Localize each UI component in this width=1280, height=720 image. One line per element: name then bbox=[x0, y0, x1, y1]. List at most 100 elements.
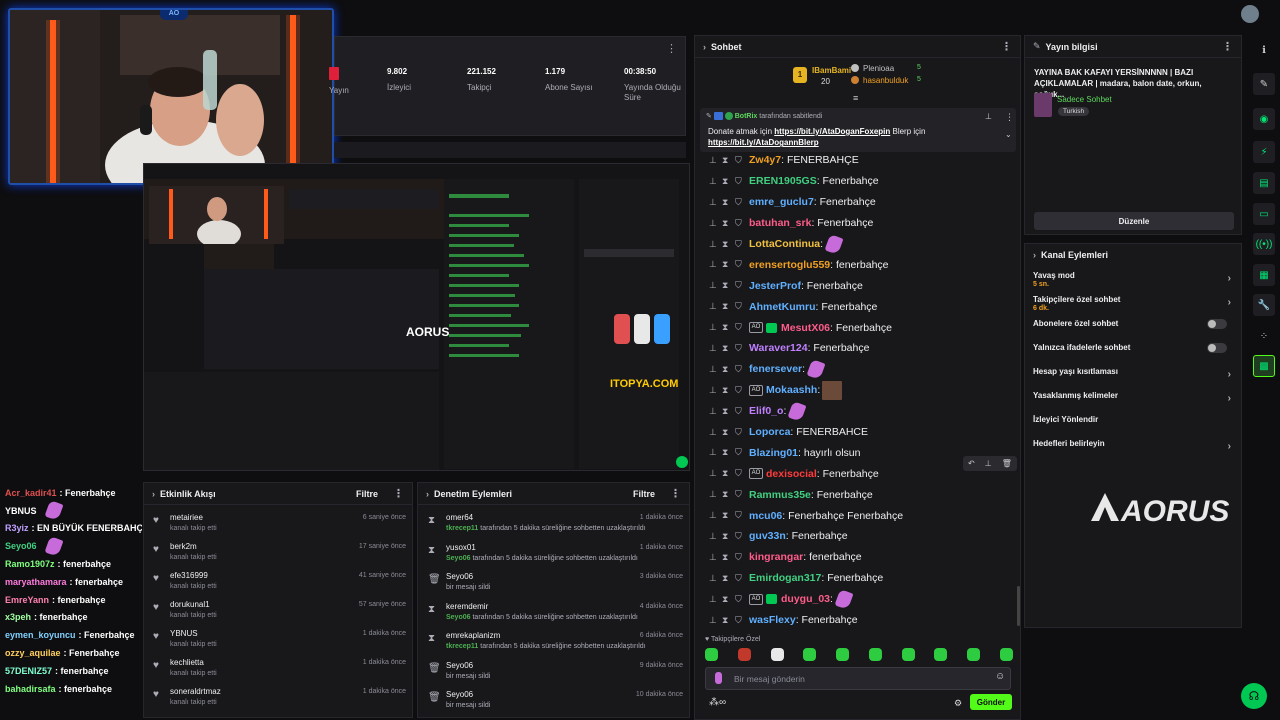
send-button[interactable]: Gönder bbox=[970, 694, 1012, 710]
chat-username[interactable]: Emirdogan317 bbox=[749, 572, 821, 584]
chat-username[interactable]: LottaContinua bbox=[749, 238, 820, 250]
reply-icon[interactable]: ↶ bbox=[968, 459, 975, 468]
timeout-icon[interactable]: ⧗ bbox=[722, 489, 735, 500]
chat-message[interactable]: ⊥ ⧗ ⛉ Rammus35e: Fenerbahçe bbox=[695, 484, 1020, 505]
user-avatar[interactable] bbox=[1241, 5, 1259, 23]
pin-small-icon[interactable]: ⊥ bbox=[709, 239, 722, 250]
mod-menu-icon[interactable]: ⋮ bbox=[670, 487, 681, 500]
timeout-icon[interactable]: ⧗ bbox=[722, 615, 735, 626]
chat-message[interactable]: ⊥ ⧗ ⛉ Waraver124: Fenerbahçe bbox=[695, 338, 1020, 359]
edit-icon[interactable]: ✎ bbox=[1033, 41, 1041, 52]
chevron-right-icon[interactable]: › bbox=[1228, 393, 1231, 404]
timeout-icon[interactable]: ⧗ bbox=[722, 343, 735, 354]
expand-pinned-icon[interactable]: ⌄ bbox=[1005, 130, 1012, 139]
timeout-icon[interactable]: ⧗ bbox=[722, 259, 735, 270]
chat-message[interactable]: ⊥ ⧗ ⛉ EREN1905GS: Fenerbahçe bbox=[695, 171, 1020, 192]
shield-icon[interactable]: ⛉ bbox=[735, 364, 749, 375]
chat-message[interactable]: ⊥ ⧗ ⛉ guv33n: Fenerbahçe bbox=[695, 526, 1020, 547]
chat-message[interactable]: ⊥ ⧗ ⛉ wasFlexy: Fenerbahçe bbox=[695, 610, 1020, 630]
chat-message[interactable]: ⊥ ⧗ ⛉ AO MesutX06: Fenerbahçe bbox=[695, 317, 1020, 338]
shield-icon[interactable]: ⛉ bbox=[735, 280, 749, 291]
pin-small-icon[interactable]: ⊥ bbox=[709, 280, 722, 291]
chevron-down-icon[interactable]: › bbox=[152, 489, 155, 499]
timeout-icon[interactable]: ⧗ bbox=[722, 406, 735, 417]
shield-icon[interactable]: ⛉ bbox=[735, 427, 749, 438]
moderator-name[interactable]: tkrecep11 bbox=[446, 525, 478, 532]
pin-small-icon[interactable]: ⊥ bbox=[709, 155, 722, 166]
pin-small-icon[interactable]: ⊥ bbox=[709, 447, 722, 458]
chat-message[interactable]: ⊥ ⧗ ⛉ AO duygu_03: bbox=[695, 588, 1020, 610]
timeout-icon[interactable]: ⧗ bbox=[722, 218, 735, 229]
quick-emote-icon[interactable] bbox=[705, 648, 718, 661]
pin-small-icon[interactable]: ⊥ bbox=[709, 322, 722, 333]
chevron-right-icon[interactable]: › bbox=[1228, 369, 1231, 380]
pinned-link-1[interactable]: https://bit.ly/AtaDoganFoxepin bbox=[774, 127, 890, 136]
pin-small-icon[interactable]: ⊥ bbox=[709, 343, 722, 354]
pin-small-icon[interactable]: ⊥ bbox=[709, 552, 722, 563]
chat-username[interactable]: Mokaashh bbox=[766, 384, 817, 396]
timeout-icon[interactable]: ⧗ bbox=[722, 552, 735, 563]
chat-scrollbar[interactable] bbox=[1017, 586, 1020, 626]
toggle-switch[interactable] bbox=[1207, 319, 1227, 329]
chat-message[interactable]: ⊥ ⧗ ⛉ LottaContinua: bbox=[695, 233, 1020, 255]
chat-message[interactable]: ⊥ ⧗ ⛉ erensertoglu559: fenerbahçe bbox=[695, 254, 1020, 275]
chevron-right-icon[interactable]: › bbox=[1228, 441, 1231, 452]
chat-bubble-icon[interactable]: ▭ bbox=[1253, 203, 1275, 225]
chevron-right-icon[interactable]: › bbox=[1228, 273, 1231, 284]
info-icon[interactable]: ℹ bbox=[1253, 39, 1275, 61]
stream-preview[interactable]: ITOPYA.COM AORUS bbox=[143, 163, 690, 471]
chat-username[interactable]: batuhan_srk bbox=[749, 217, 811, 229]
pin-message-icon[interactable]: ⊥ bbox=[985, 459, 992, 468]
chat-username[interactable]: Elif0_o bbox=[749, 405, 783, 417]
timeout-icon[interactable]: ⧗ bbox=[722, 573, 735, 584]
channel-action-item[interactable]: Hedefleri belirleyin › bbox=[1025, 439, 1241, 463]
lightning-icon[interactable]: ⚡ bbox=[1253, 141, 1275, 163]
chat-username[interactable]: fenersever bbox=[749, 363, 802, 375]
chat-message[interactable]: ⊥ ⧗ ⛉ Loporca: FENERBAHCE bbox=[695, 422, 1020, 443]
edit-stream-button[interactable]: Düzenle bbox=[1034, 212, 1234, 230]
quick-emote-icon[interactable] bbox=[836, 648, 850, 661]
moderator-name[interactable]: Seyo06 bbox=[446, 555, 471, 562]
shield-icon[interactable]: ⛉ bbox=[735, 259, 749, 270]
chat-settings-icon[interactable]: ⚙ bbox=[954, 698, 962, 709]
timeout-icon[interactable]: ⧗ bbox=[722, 385, 735, 396]
broadcast-icon[interactable]: ((•)) bbox=[1253, 233, 1275, 255]
pin-small-icon[interactable]: ⊥ bbox=[709, 176, 722, 187]
timeout-icon[interactable]: ⧗ bbox=[722, 176, 735, 187]
channel-action-item[interactable]: Yalnızca ifadelerle sohbet bbox=[1025, 343, 1241, 367]
channel-action-item[interactable]: Yavaş mod 5 sn. › bbox=[1025, 271, 1241, 295]
pin-small-icon[interactable]: ⊥ bbox=[709, 406, 722, 417]
shield-icon[interactable]: ⛉ bbox=[735, 489, 749, 500]
quick-emote-icon[interactable] bbox=[868, 648, 882, 661]
stats-menu-icon[interactable]: ⋮ bbox=[666, 42, 677, 55]
category-name[interactable]: Sadece Sohbet bbox=[1057, 95, 1112, 104]
pin-small-icon[interactable]: ⊥ bbox=[709, 594, 722, 605]
quick-emote-icon[interactable] bbox=[967, 648, 981, 661]
shield-icon[interactable]: ⛉ bbox=[735, 218, 749, 229]
timeout-icon[interactable]: ⧗ bbox=[722, 280, 735, 291]
timeout-icon[interactable]: ⧗ bbox=[722, 364, 735, 375]
channel-action-item[interactable]: Abonelere özel sohbet bbox=[1025, 319, 1241, 343]
chat-username[interactable]: AhmetKumru bbox=[749, 301, 816, 313]
quick-emote-icon[interactable] bbox=[934, 648, 948, 661]
chat-message[interactable]: ⊥ ⧗ ⛉ AO Mokaashh: bbox=[695, 380, 1020, 401]
timeout-icon[interactable]: ⧗ bbox=[722, 322, 735, 333]
channel-action-item[interactable]: Yasaklanmış kelimeler › bbox=[1025, 391, 1241, 415]
timeout-icon[interactable]: ⧗ bbox=[722, 301, 735, 312]
support-chat-icon[interactable]: ☊ bbox=[1241, 683, 1267, 709]
shield-icon[interactable]: ⛉ bbox=[735, 510, 749, 521]
quick-emote-icon[interactable] bbox=[901, 648, 915, 661]
timeout-icon[interactable]: ⧗ bbox=[722, 447, 735, 458]
chat-username[interactable]: Rammus35e bbox=[749, 489, 811, 501]
wrench-icon[interactable]: 🔧 bbox=[1253, 294, 1275, 316]
nodes-icon[interactable]: ⁘ bbox=[1253, 325, 1275, 347]
chat-username[interactable]: Loporca bbox=[749, 426, 790, 438]
pin-small-icon[interactable]: ⊥ bbox=[709, 615, 722, 626]
shield-icon[interactable]: ⛉ bbox=[735, 322, 749, 333]
shield-icon[interactable]: ⛉ bbox=[735, 239, 749, 250]
quick-emote-icon[interactable] bbox=[999, 648, 1013, 661]
activity-filter-button[interactable]: Filtre bbox=[356, 489, 378, 499]
chat-message[interactable]: ⊥ ⧗ ⛉ emre_guclu7: Fenerbahçe bbox=[695, 192, 1020, 213]
pinned-menu-icon[interactable]: ⋮ bbox=[1005, 112, 1014, 123]
chat-username[interactable]: JesterProf bbox=[749, 280, 801, 292]
